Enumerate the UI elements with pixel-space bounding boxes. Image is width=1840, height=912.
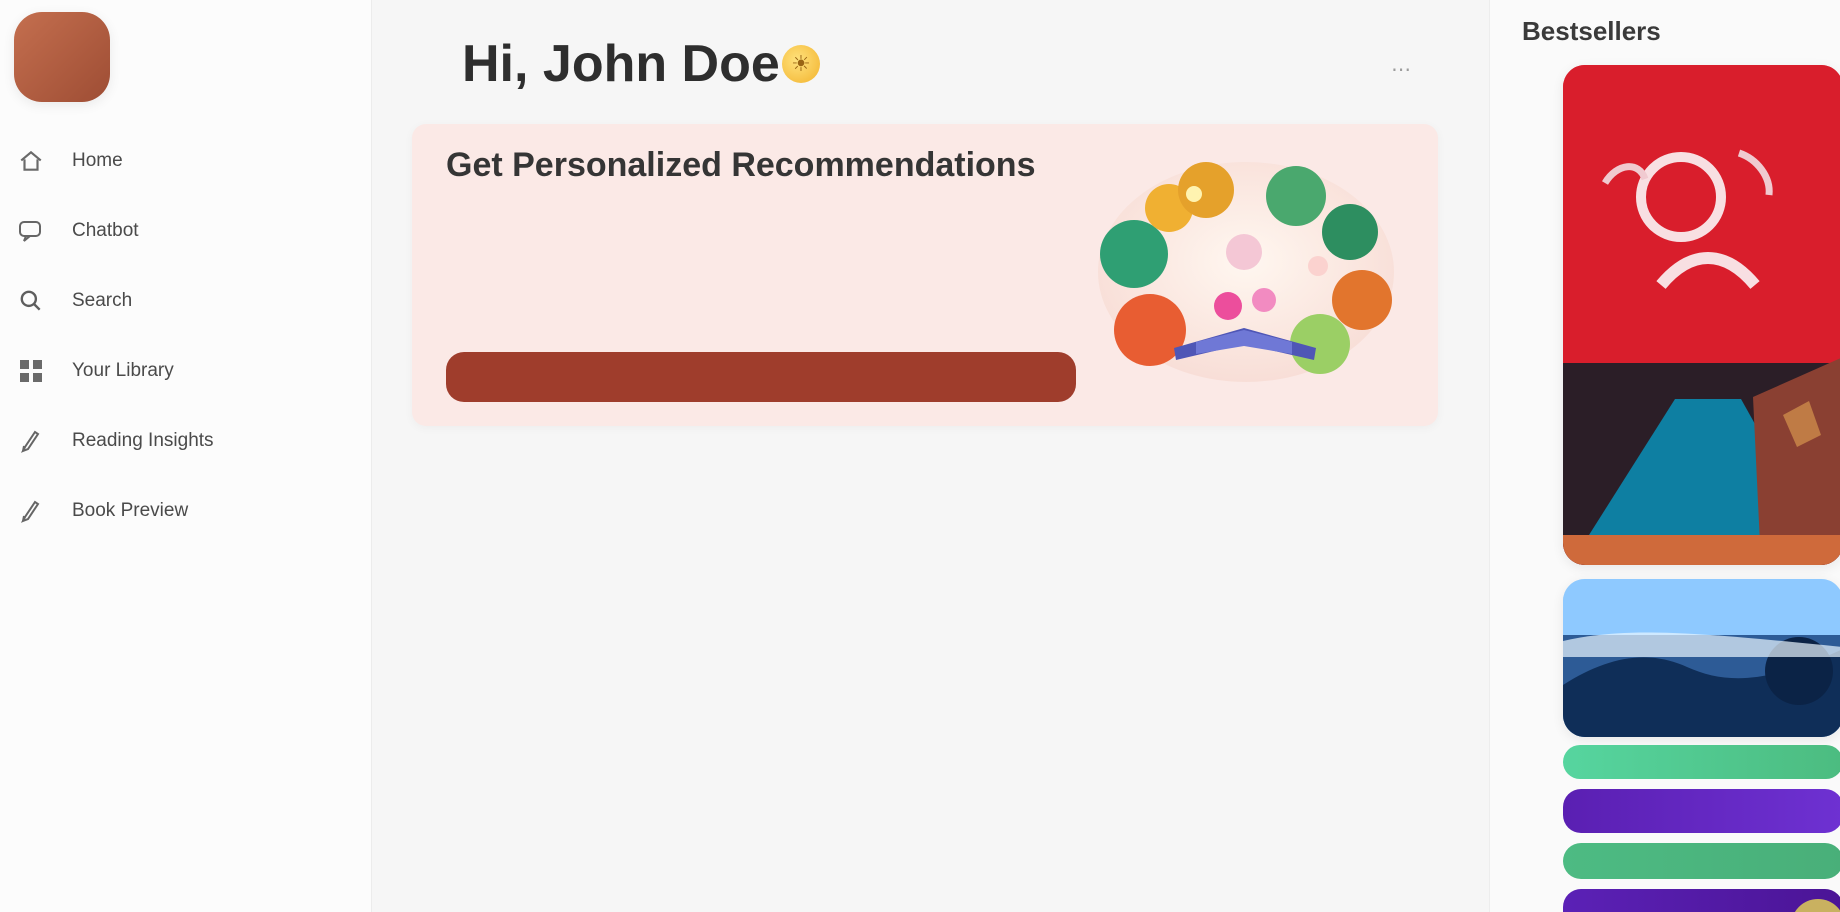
sidebar-item-library[interactable]: Your Library xyxy=(14,350,357,391)
brand-logo xyxy=(14,12,110,102)
sidebar-item-label: Chatbot xyxy=(72,219,139,241)
header: Hi, John Doe ☀ ⋯ xyxy=(400,0,1461,126)
main-content: Hi, John Doe ☀ ⋯ Get Personalized Recomm… xyxy=(372,0,1489,912)
library-icon xyxy=(14,354,48,388)
search-icon xyxy=(14,284,48,318)
book-cover[interactable] xyxy=(1563,579,1840,737)
panel-title: Bestsellers xyxy=(1522,16,1661,46)
get-recommendations-button[interactable] xyxy=(446,352,1076,402)
banner-title: Get Personalized Recommendations xyxy=(446,146,1036,184)
home-icon xyxy=(14,144,48,178)
bestsellers-panel: Bestsellers xyxy=(1489,0,1840,912)
banner-copy: Get Personalized Recommendations xyxy=(446,146,1072,197)
book-spine[interactable] xyxy=(1563,843,1840,879)
sidebar-item-label: Reading Insights xyxy=(72,429,214,451)
brand xyxy=(14,12,357,102)
recommendations-banner: Get Personalized Recommendations xyxy=(412,124,1438,426)
book-spine[interactable] xyxy=(1563,745,1840,779)
sidebar-item-chatbot[interactable]: Chatbot xyxy=(14,210,357,251)
book-spine[interactable] xyxy=(1563,789,1840,833)
sidebar-item-label: Home xyxy=(72,149,123,171)
book-spine[interactable] xyxy=(1563,889,1840,912)
sidebar-item-reading-insights[interactable]: Reading Insights xyxy=(14,420,357,461)
pen-icon xyxy=(14,494,48,528)
sidebar: Home Chatbot Search Your Library Reading… xyxy=(0,0,372,912)
pen-icon xyxy=(14,424,48,458)
app-window: Home Chatbot Search Your Library Reading… xyxy=(0,0,1840,912)
book-cover-art xyxy=(1563,65,1840,565)
sun-icon: ☀ xyxy=(782,45,820,83)
chat-icon xyxy=(14,214,48,248)
sidebar-item-book-preview[interactable]: Book Preview xyxy=(14,490,357,531)
sidebar-item-search[interactable]: Search xyxy=(14,280,357,321)
sidebar-item-label: Book Preview xyxy=(72,499,189,521)
sidebar-item-label: Search xyxy=(72,289,133,311)
dots-icon[interactable]: ⋯ xyxy=(1381,55,1421,83)
sidebar-item-home[interactable]: Home xyxy=(14,140,357,181)
book-illustration xyxy=(1098,162,1394,382)
page-title: Hi, John Doe xyxy=(462,35,780,93)
book-cover[interactable] xyxy=(1563,65,1840,565)
sidebar-nav: Home Chatbot Search Your Library Reading… xyxy=(14,140,357,531)
book-cover-art xyxy=(1563,579,1840,737)
sidebar-item-label: Your Library xyxy=(72,359,174,381)
